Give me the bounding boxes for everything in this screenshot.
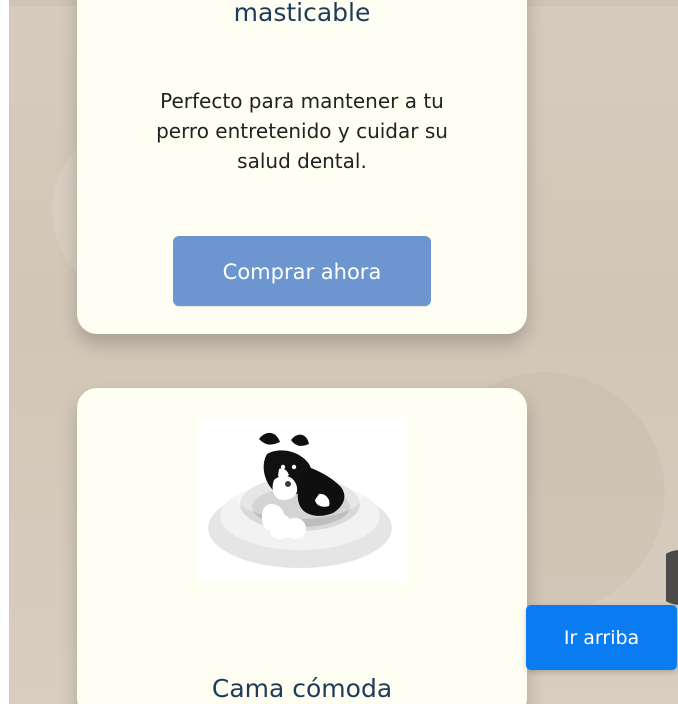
buy-now-button[interactable]: Comprar ahora (173, 236, 431, 306)
dog-bed-image (197, 418, 407, 582)
product-card-bed: Cama cómoda (77, 388, 527, 704)
product-title-bed: Cama cómoda (211, 674, 393, 703)
scroll-to-top-button[interactable]: Ir arriba (526, 605, 677, 670)
product-card-chew-toy: masticable Perfecto para mantener a tu p… (77, 0, 527, 334)
dog-on-bed-image (197, 418, 407, 582)
product-title-chew-toy: masticable (233, 0, 371, 27)
product-description-chew-toy: Perfecto para mantener a tu perro entret… (156, 89, 448, 173)
product-list-area: masticable Perfecto para mantener a tu p… (9, 0, 678, 704)
